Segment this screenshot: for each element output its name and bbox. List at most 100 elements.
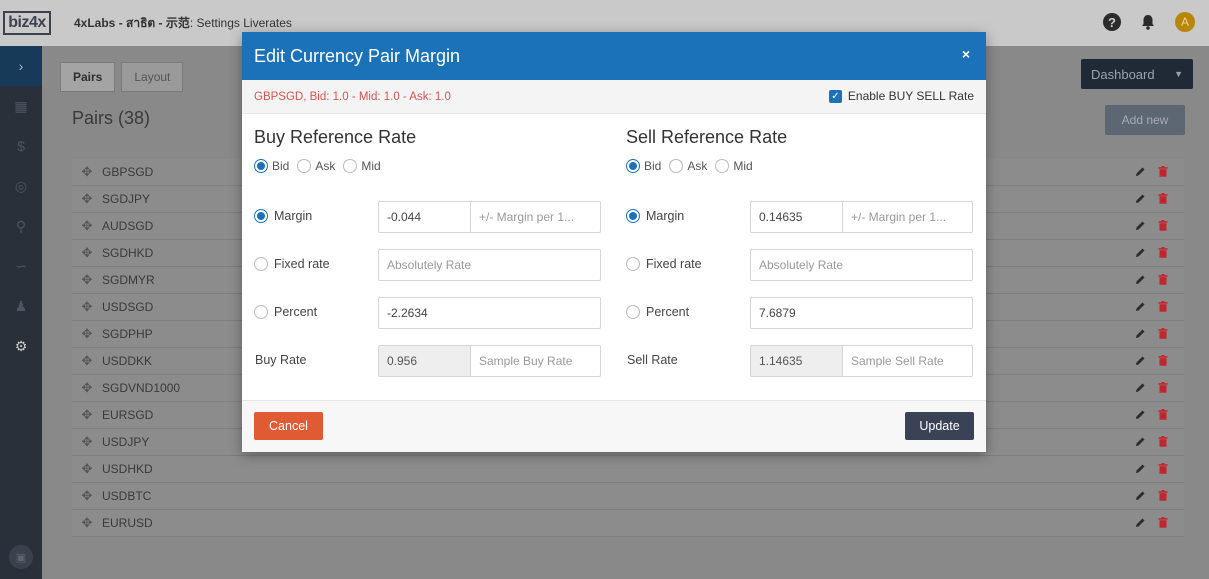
buy-margin-input[interactable]: -0.044 [379,202,471,232]
radio-icon[interactable] [626,257,640,271]
pencil-icon[interactable] [1135,436,1146,447]
buy-percent-option[interactable]: Percent [254,305,317,319]
enable-buy-sell-toggle[interactable]: ✓ Enable BUY SELL Rate [828,89,974,103]
drag-handle-icon[interactable]: ✥ [76,515,98,531]
trash-icon[interactable] [1158,382,1168,393]
help-icon[interactable]: ? [1103,13,1121,31]
sidebar-users-icon[interactable]: ♟ [0,286,42,326]
sell-ref-bid[interactable]: Bid [626,159,661,173]
trash-icon[interactable] [1158,490,1168,501]
drag-handle-icon[interactable]: ✥ [76,299,98,315]
dashboard-dropdown[interactable]: Dashboard ▼ [1081,59,1193,89]
radio-icon[interactable] [626,305,640,319]
pencil-icon[interactable] [1135,490,1146,501]
buy-margin-option[interactable]: Margin [254,209,312,223]
table-row[interactable]: ✥ EURUSD [72,510,1184,537]
pencil-icon[interactable] [1135,517,1146,528]
sidebar-dashboard-icon[interactable]: ▦ [0,86,42,126]
buy-ref-mid[interactable]: Mid [343,159,381,173]
drag-handle-icon[interactable]: ✥ [76,407,98,423]
trash-icon[interactable] [1158,193,1168,204]
add-new-button[interactable]: Add new [1105,105,1185,135]
buy-fixed-option[interactable]: Fixed rate [254,257,330,271]
buy-ref-bid[interactable]: Bid [254,159,289,173]
pencil-icon[interactable] [1135,274,1146,285]
cancel-button[interactable]: Cancel [254,412,323,440]
sell-percent-input[interactable]: 7.6879 [750,297,973,329]
sidebar-search-icon[interactable]: ⚲ [0,206,42,246]
trash-icon[interactable] [1158,355,1168,366]
drag-handle-icon[interactable]: ✥ [76,191,98,207]
radio-selected-icon[interactable] [254,159,268,173]
radio-selected-icon[interactable] [626,209,640,223]
sidebar-expand-icon[interactable]: › [0,46,42,86]
radio-selected-icon[interactable] [626,159,640,173]
pencil-icon[interactable] [1135,220,1146,231]
trash-icon[interactable] [1158,517,1168,528]
trash-icon[interactable] [1158,301,1168,312]
trash-icon[interactable] [1158,463,1168,474]
sample-buy-rate-input[interactable]: Sample Buy Rate [471,346,600,376]
update-button[interactable]: Update [905,412,974,440]
table-row[interactable]: ✥ USDBTC [72,483,1184,510]
pencil-icon[interactable] [1135,355,1146,366]
drag-handle-icon[interactable]: ✥ [76,272,98,288]
tab-layout[interactable]: Layout [121,62,184,92]
sell-ref-mid[interactable]: Mid [715,159,753,173]
sell-ref-ask[interactable]: Ask [669,159,707,173]
drag-handle-icon[interactable]: ✥ [76,461,98,477]
pencil-icon[interactable] [1135,409,1146,420]
trash-icon[interactable] [1158,274,1168,285]
pencil-icon[interactable] [1135,463,1146,474]
drag-handle-icon[interactable]: ✥ [76,326,98,342]
bank-icon[interactable]: ▣ [9,545,33,569]
logo[interactable]: biz4x [0,0,54,46]
sell-margin-input[interactable]: 0.14635 [751,202,843,232]
trash-icon[interactable] [1158,247,1168,258]
radio-icon[interactable] [254,305,268,319]
trash-icon[interactable] [1158,166,1168,177]
sidebar-exchange-icon[interactable]: ◎ [0,166,42,206]
table-row[interactable]: ✥ USDHKD [72,456,1184,483]
buy-percent-input[interactable]: -2.2634 [378,297,601,329]
radio-selected-icon[interactable] [254,209,268,223]
sell-margin-per-unit-input[interactable]: +/- Margin per 1... [843,202,972,232]
drag-handle-icon[interactable]: ✥ [76,218,98,234]
drag-handle-icon[interactable]: ✥ [76,164,98,180]
sell-fixed-option[interactable]: Fixed rate [626,257,702,271]
avatar[interactable]: A [1175,12,1195,32]
radio-icon[interactable] [254,257,268,271]
buy-ref-ask[interactable]: Ask [297,159,335,173]
sidebar-dollar-icon[interactable]: $ [0,126,42,166]
drag-handle-icon[interactable]: ✥ [76,488,98,504]
radio-icon[interactable] [297,159,312,173]
radio-icon[interactable] [343,159,358,173]
sell-fixed-input[interactable]: Absolutely Rate [750,249,973,281]
close-icon[interactable]: × [962,46,970,62]
drag-handle-icon[interactable]: ✥ [76,434,98,450]
tab-pairs[interactable]: Pairs [60,62,116,92]
drag-handle-icon[interactable]: ✥ [76,380,98,396]
radio-icon[interactable] [715,159,730,173]
pencil-icon[interactable] [1135,193,1146,204]
radio-icon[interactable] [669,159,684,173]
enable-checkbox[interactable]: ✓ [828,89,842,103]
buy-fixed-input[interactable]: Absolutely Rate [378,249,601,281]
trash-icon[interactable] [1158,220,1168,231]
drag-handle-icon[interactable]: ✥ [76,245,98,261]
drag-handle-icon[interactable]: ✥ [76,353,98,369]
trash-icon[interactable] [1158,328,1168,339]
pencil-icon[interactable] [1135,247,1146,258]
pencil-icon[interactable] [1135,328,1146,339]
bell-icon[interactable] [1139,13,1157,31]
pencil-icon[interactable] [1135,166,1146,177]
sidebar-settings-icon[interactable]: ⚙ [0,326,42,366]
pencil-icon[interactable] [1135,301,1146,312]
trash-icon[interactable] [1158,409,1168,420]
pencil-icon[interactable] [1135,382,1146,393]
buy-margin-per-unit-input[interactable]: +/- Margin per 1... [471,202,600,232]
sample-sell-rate-input[interactable]: Sample Sell Rate [843,346,972,376]
sell-margin-option[interactable]: Margin [626,209,684,223]
sell-percent-option[interactable]: Percent [626,305,689,319]
trash-icon[interactable] [1158,436,1168,447]
